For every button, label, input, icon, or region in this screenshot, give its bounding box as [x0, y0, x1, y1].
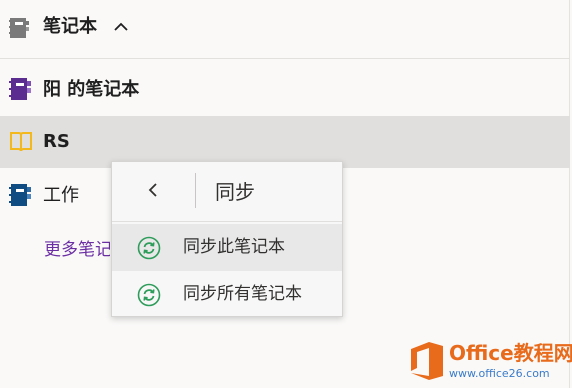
menu-item-label: 同步此笔记本	[183, 237, 285, 257]
more-notebooks-link[interactable]: 更多笔记本	[44, 238, 110, 262]
notebook-purple-icon	[9, 77, 31, 105]
menu-header: 同步	[112, 162, 342, 222]
sync-all-notebooks-item[interactable]: 同步所有笔记本	[112, 271, 342, 318]
sync-this-notebook-item[interactable]: 同步此笔记本	[112, 224, 342, 271]
page-title: 笔记本	[43, 16, 97, 37]
notebook-blue-icon	[9, 183, 31, 211]
watermark-url: www.office26.com	[449, 367, 550, 380]
notebook-label: 阳 的笔记本	[43, 79, 140, 100]
notebook-label: 工作	[43, 185, 79, 206]
chevron-up-icon[interactable]	[113, 19, 129, 39]
notebook-gray-icon	[9, 17, 29, 43]
menu-title: 同步	[215, 180, 255, 204]
menu-divider	[195, 173, 196, 208]
notebook-label: RS	[43, 131, 70, 152]
notebook-item-personal[interactable]: 阳 的笔记本	[0, 64, 570, 116]
watermark-logo: Office教程网 www.office26.com	[407, 340, 572, 386]
watermark-brand: Office教程网	[449, 341, 572, 365]
notebooks-header[interactable]: 笔记本	[0, 0, 570, 59]
sync-context-menu: 同步 同步此笔记本 同步所有笔记本	[111, 161, 343, 317]
sync-icon	[137, 236, 161, 264]
open-book-yellow-icon	[9, 129, 33, 157]
chevron-left-icon[interactable]	[146, 182, 160, 202]
office-logo-icon	[407, 340, 445, 386]
sync-icon	[137, 283, 161, 311]
menu-item-label: 同步所有笔记本	[183, 284, 302, 304]
